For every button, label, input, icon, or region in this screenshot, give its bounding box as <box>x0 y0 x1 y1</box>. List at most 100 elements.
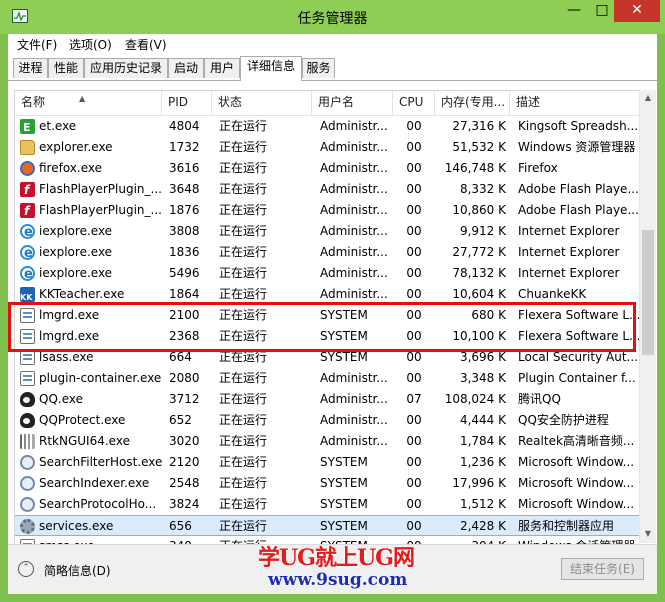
table-row[interactable]: iexplore.exe 5496 正在运行 Administr... 00 78,132… <box>15 263 640 284</box>
process-name-label: et.exe <box>39 119 77 133</box>
chevron-up-icon[interactable]: ˄ <box>18 561 34 577</box>
process-status: 正在运行 <box>219 161 268 175</box>
process-status: 正在运行 <box>219 266 268 280</box>
process-memory: 146,748 K <box>444 161 506 175</box>
process-name-label: KKTeacher.exe <box>39 287 125 301</box>
end-task-button[interactable]: 结束任务(E) <box>561 558 644 580</box>
process-description: Plugin Container f... <box>518 371 636 385</box>
table-row[interactable]: iexplore.exe 1836 正在运行 Administr... 00 27,772… <box>15 242 640 263</box>
tab-users[interactable]: 用户 <box>204 58 240 78</box>
menu-options[interactable]: 选项(O) <box>69 36 112 53</box>
close-button[interactable]: ✕ <box>614 0 660 22</box>
table-row[interactable]: plugin-container.exe 2080 正在运行 Administr...… <box>15 368 640 389</box>
process-pid: 3020 <box>169 434 200 448</box>
process-user: Administr... <box>320 119 388 133</box>
column-username[interactable]: 用户名 <box>312 91 393 115</box>
process-name: iexplore.exe <box>15 242 162 263</box>
tab-details[interactable]: 详细信息 <box>240 56 302 81</box>
process-status: 正在运行 <box>219 119 268 133</box>
process-status: 正在运行 <box>219 245 268 259</box>
table-row[interactable]: FlashPlayerPlugin_... 1876 正在运行 Administr..… <box>15 200 640 221</box>
process-pid: 3616 <box>169 161 200 175</box>
process-pid: 2120 <box>169 455 200 469</box>
process-memory: 108,024 K <box>444 392 506 406</box>
table-row[interactable]: SearchProtocolHo... 3824 正在运行 SYSTEM 00 1,512… <box>15 494 640 515</box>
table-row[interactable]: SearchFilterHost.exe 2120 正在运行 SYSTEM 00 1,23… <box>15 452 640 473</box>
table-row[interactable]: explorer.exe 1732 正在运行 Administr... 00 51,532… <box>15 137 640 158</box>
process-description: QQ安全防护进程 <box>518 413 609 427</box>
menu-bar: 文件(F) 选项(O) 查看(V) <box>8 34 657 54</box>
highlight-box <box>8 302 636 352</box>
process-user: SYSTEM <box>320 497 368 511</box>
column-status[interactable]: 状态 <box>212 91 312 115</box>
table-row[interactable]: QQProtect.exe 652 正在运行 Administr... 00 4,444 … <box>15 410 640 431</box>
table-row[interactable]: QQ.exe 3712 正在运行 Administr... 07 108,024 K 腾讯Q… <box>15 389 640 410</box>
column-description[interactable]: 描述 <box>510 91 640 115</box>
column-memory[interactable]: 内存(专用... <box>435 91 510 115</box>
process-user: Administr... <box>320 203 388 217</box>
process-description: 腾讯QQ <box>518 392 561 406</box>
table-row[interactable]: firefox.exe 3616 正在运行 Administr... 00 146,748… <box>15 158 640 179</box>
process-description: Internet Explorer <box>518 224 620 238</box>
menu-view[interactable]: 查看(V) <box>125 36 167 53</box>
process-description: Internet Explorer <box>518 266 620 280</box>
process-user: Administr... <box>320 266 388 280</box>
tab-startup[interactable]: 启动 <box>168 58 204 78</box>
process-description: Microsoft Window... <box>518 497 635 511</box>
vertical-scrollbar[interactable]: ▲ ▼ <box>639 90 656 543</box>
process-description: Realtek高清晰音频... <box>518 434 635 448</box>
tab-app-history[interactable]: 应用历史记录 <box>84 58 168 78</box>
ie-icon <box>20 222 35 242</box>
process-user: Administr... <box>320 413 388 427</box>
process-name-label: firefox.exe <box>39 161 103 175</box>
process-name-label: FlashPlayerPlugin_... <box>39 203 162 217</box>
process-cpu: 00 <box>406 371 422 385</box>
table-row[interactable]: FlashPlayerPlugin_... 3648 正在运行 Administr..… <box>15 179 640 200</box>
process-user: Administr... <box>320 434 388 448</box>
process-user: Administr... <box>320 224 388 238</box>
process-user: SYSTEM <box>320 455 368 469</box>
tab-processes[interactable]: 进程 <box>13 58 48 78</box>
column-name[interactable]: 名称 ▲ <box>15 91 162 115</box>
process-status: 正在运行 <box>219 455 268 469</box>
tab-performance[interactable]: 性能 <box>48 58 84 78</box>
scroll-up-icon[interactable]: ▲ <box>640 90 656 107</box>
minimize-button[interactable]: — <box>560 0 588 22</box>
column-pid[interactable]: PID <box>162 91 212 115</box>
process-name-label: FlashPlayerPlugin_... <box>39 182 162 196</box>
qq-icon <box>20 413 35 428</box>
process-status: 正在运行 <box>219 413 268 427</box>
process-user: Administr... <box>320 140 388 154</box>
table-row[interactable]: services.exe 656 正在运行 SYSTEM 00 2,428 K 服务和控制器… <box>15 515 640 536</box>
table-row[interactable]: RtkNGUI64.exe 3020 正在运行 Administr... 00 1,784… <box>15 431 640 452</box>
tab-services[interactable]: 服务 <box>302 58 335 78</box>
table-row[interactable]: iexplore.exe 3808 正在运行 Administr... 00 9,912 … <box>15 221 640 242</box>
process-memory: 51,532 K <box>452 140 506 154</box>
process-pid: 1836 <box>169 245 200 259</box>
process-name-label: explorer.exe <box>39 140 113 154</box>
process-user: Administr... <box>320 161 388 175</box>
ie-icon <box>20 264 35 284</box>
sort-ascending-icon: ▲ <box>79 94 86 103</box>
table-row[interactable]: et.exe 4804 正在运行 Administr... 00 27,316 K King… <box>15 116 640 137</box>
process-description: Microsoft Window... <box>518 476 635 490</box>
watermark-url: www.9sug.com <box>268 570 408 590</box>
scroll-thumb[interactable] <box>642 230 654 355</box>
fewer-details-link[interactable]: 简略信息(D) <box>44 562 111 579</box>
process-status: 正在运行 <box>219 392 268 406</box>
watermark-title: 学UG就上UG网 <box>258 545 415 571</box>
process-name: QQProtect.exe <box>15 410 162 431</box>
process-memory: 27,316 K <box>452 119 506 133</box>
table-row[interactable]: SearchIndexer.exe 2548 正在运行 SYSTEM 00 17,996 … <box>15 473 640 494</box>
et-icon <box>20 117 35 137</box>
menu-file[interactable]: 文件(F) <box>17 36 57 53</box>
column-cpu[interactable]: CPU <box>393 91 435 115</box>
maximize-button[interactable]: □ <box>588 0 616 22</box>
process-description: Microsoft Window... <box>518 455 635 469</box>
process-description: Firefox <box>518 161 558 175</box>
process-description: Adobe Flash Playe... <box>518 182 639 196</box>
process-name-label: iexplore.exe <box>39 224 113 238</box>
scroll-down-icon[interactable]: ▼ <box>640 526 656 543</box>
process-pid: 652 <box>169 413 192 427</box>
process-pid: 1876 <box>169 203 200 217</box>
